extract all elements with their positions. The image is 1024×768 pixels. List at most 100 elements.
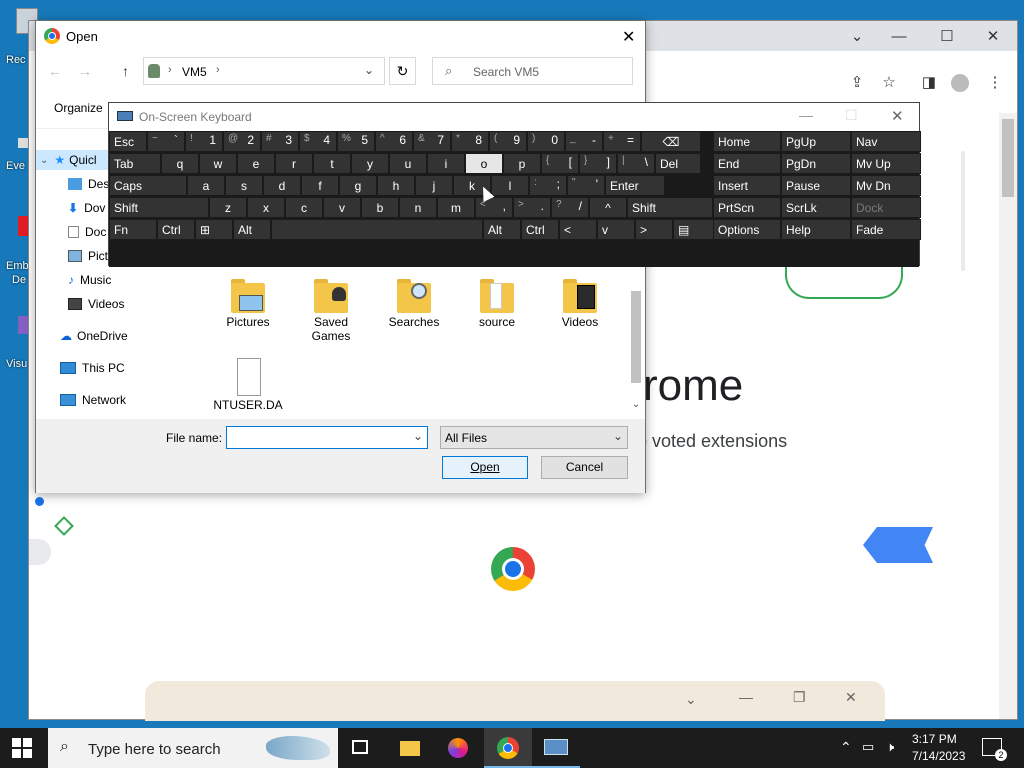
folder-pictures[interactable]: Pictures <box>208 275 288 329</box>
osk-nav-key[interactable]: Home <box>713 131 781 152</box>
osk-key[interactable]: ^ <box>589 197 627 218</box>
tab-search-icon[interactable]: ⌄ <box>843 27 871 47</box>
osk-key[interactable]: ~ ` <box>147 131 185 152</box>
osk-key[interactable]: v <box>597 219 635 240</box>
up-arrow-icon[interactable]: ↑ <box>122 63 129 79</box>
folder-searches[interactable]: Searches <box>374 275 454 329</box>
chevron-down-icon[interactable]: ⌄ <box>613 429 623 443</box>
organize-button[interactable]: Organize <box>54 101 103 115</box>
nav-item-this-pc[interactable]: This PC <box>60 358 125 378</box>
osk-nav-key[interactable]: ScrLk <box>781 197 851 218</box>
start-windows-icon[interactable] <box>12 738 32 758</box>
osk-key[interactable]: w <box>199 153 237 174</box>
osk-key[interactable]: {[ <box>541 153 579 174</box>
osk-key[interactable]: p <box>503 153 541 174</box>
osk-key[interactable]: v <box>323 197 361 218</box>
osk-key[interactable]: j <box>415 175 453 196</box>
back-arrow-icon[interactable]: ← <box>48 63 62 79</box>
firefox-icon[interactable] <box>434 728 482 768</box>
scroll-down-icon[interactable]: ⌄ <box>628 399 644 410</box>
osk-key[interactable]: @2 <box>223 131 261 152</box>
osk-key[interactable]: > <box>635 219 673 240</box>
osk-key[interactable]: n <box>399 197 437 218</box>
file-name-input[interactable]: ⌄ <box>226 426 428 449</box>
osk-key[interactable]: x <box>247 197 285 218</box>
bookmark-star-icon[interactable]: ☆ <box>879 73 899 93</box>
osk-key[interactable]: % 5 <box>337 131 375 152</box>
chevron-down-icon[interactable]: ⌄ <box>685 691 697 708</box>
osk-key[interactable]: Alt <box>233 219 271 240</box>
volume-muted-icon[interactable]: 🕨 <box>886 739 894 755</box>
osk-key[interactable]: Alt <box>483 219 521 240</box>
refresh-icon[interactable]: ↻ <box>389 57 416 85</box>
osk-key[interactable]: g <box>339 175 377 196</box>
task-view-icon[interactable] <box>336 728 384 768</box>
osk-key[interactable]: <, <box>475 197 513 218</box>
osk-nav-key[interactable]: PrtScn <box>713 197 781 218</box>
osk-taskbar-icon[interactable] <box>532 728 580 768</box>
osk-nav-key[interactable]: Insert <box>713 175 781 196</box>
osk-nav-key[interactable]: Help <box>781 219 851 240</box>
osk-nav-key[interactable]: Mv Dn <box>851 175 921 196</box>
osk-key[interactable]: Enter <box>605 175 665 196</box>
nav-item-downloads[interactable]: ⬇ Dov <box>68 198 105 218</box>
osk-nav-key[interactable]: Pause <box>781 175 851 196</box>
osk-key[interactable]: + = <box>603 131 641 152</box>
osk-key[interactable]: a <box>187 175 225 196</box>
osk-key[interactable]: d <box>263 175 301 196</box>
nav-item-desktop[interactable]: Des <box>68 174 109 194</box>
file-ntuser[interactable]: NTUSER.DA <box>208 358 288 412</box>
osk-nav-key[interactable]: PgUp <box>781 131 851 152</box>
folder-source[interactable]: source <box>457 275 537 329</box>
minimize-icon[interactable]: — <box>739 689 753 705</box>
osk-key[interactable]: ! 1 <box>185 131 223 152</box>
page-scrollbar[interactable] <box>999 113 1017 719</box>
osk-key[interactable]: _ - <box>565 131 603 152</box>
osk-key[interactable]: }] <box>579 153 617 174</box>
osk-key[interactable]: r <box>275 153 313 174</box>
osk-key[interactable]: >. <box>513 197 551 218</box>
osk-key[interactable]: Ctrl <box>521 219 559 240</box>
osk-key[interactable]: e <box>237 153 275 174</box>
osk-key[interactable]: i <box>427 153 465 174</box>
chrome-taskbar-icon[interactable] <box>484 728 532 768</box>
osk-key[interactable]: < <box>559 219 597 240</box>
osk-key[interactable]: Fn <box>109 219 157 240</box>
scrollbar-thumb[interactable] <box>1002 119 1014 197</box>
maximize-icon[interactable]: ☐ <box>845 107 858 124</box>
nav-item-pictures[interactable]: Pict <box>68 246 108 266</box>
menu-kebab-icon[interactable]: ⋮ <box>985 73 1005 93</box>
scrollbar-thumb[interactable] <box>631 291 641 383</box>
osk-key[interactable]: ⌫ <box>641 131 701 152</box>
osk-key[interactable]: (9 <box>489 131 527 152</box>
osk-key[interactable]: m <box>437 197 475 218</box>
chevron-down-icon[interactable]: ⌄ <box>413 429 423 443</box>
osk-key[interactable]: ^ 6 <box>375 131 413 152</box>
osk-key[interactable]: & 7 <box>413 131 451 152</box>
osk-key[interactable]: Tab <box>109 153 161 174</box>
osk-key[interactable]: f <box>301 175 339 196</box>
nav-item-music[interactable]: ♪ Music <box>68 270 111 290</box>
osk-key[interactable]: #3 <box>261 131 299 152</box>
profile-avatar-icon[interactable] <box>951 74 969 92</box>
restore-icon[interactable]: ❐ <box>793 689 806 706</box>
share-icon[interactable]: ⇪ <box>847 73 867 93</box>
osk-key[interactable]: Ctrl <box>157 219 195 240</box>
chevron-up-icon[interactable]: ⌃ <box>840 739 852 756</box>
close-icon[interactable]: ✕ <box>891 107 904 125</box>
close-icon[interactable]: ✕ <box>622 27 635 47</box>
network-icon[interactable]: ▭ <box>862 739 874 755</box>
osk-key[interactable]: z <box>209 197 247 218</box>
osk-nav-key[interactable]: Fade <box>851 219 921 240</box>
open-button[interactable]: Open <box>442 456 528 479</box>
osk-key[interactable]: ) 0 <box>527 131 565 152</box>
file-type-select[interactable]: All Files ⌄ <box>440 426 628 449</box>
chevron-down-icon[interactable]: ⌄ <box>364 63 374 77</box>
osk-key[interactable]: o <box>465 153 503 174</box>
osk-nav-key[interactable]: PgDn <box>781 153 851 174</box>
osk-key[interactable]: t <box>313 153 351 174</box>
close-icon[interactable]: ✕ <box>845 689 857 706</box>
osk-nav-key[interactable]: Options <box>713 219 781 240</box>
nav-item-documents[interactable]: Doc <box>68 222 106 242</box>
osk-key[interactable]: s <box>225 175 263 196</box>
